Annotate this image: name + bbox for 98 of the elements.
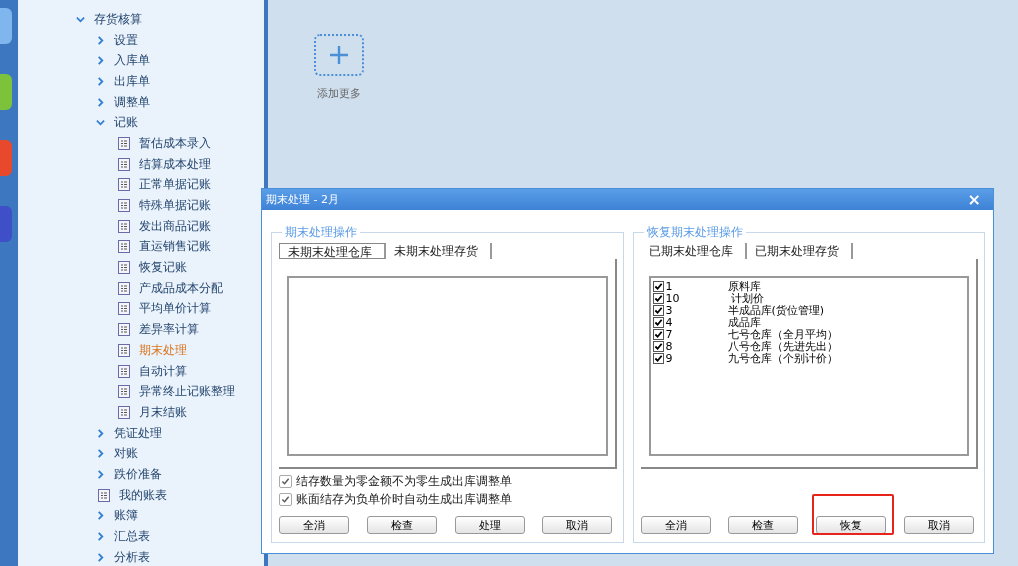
warehouse-name: 八号仓库（先进先出） [727,339,838,353]
tree-item[interactable]: 发出商品记账 [139,218,211,234]
tree-item[interactable]: 暂估成本录入 [139,135,211,151]
chevron-right-icon[interactable] [96,511,105,521]
warehouse-code: 9 [664,352,674,365]
dialog-button[interactable]: 恢复 [816,516,887,534]
tree-item[interactable]: 凭证处理 [114,425,162,441]
document-icon [118,240,130,254]
document-icon [118,343,130,357]
dialog-button[interactable]: 检查 [366,516,437,534]
checkbox[interactable] [652,353,664,364]
group-title: 期末处理操作 [282,224,360,240]
dialog-button[interactable]: 全消 [640,516,711,534]
tree-item[interactable]: 调整单 [114,94,150,110]
tree-item[interactable]: 设置 [114,32,138,48]
chevron-down-icon[interactable] [96,118,105,128]
tab[interactable]: 未期末处理存货 [386,242,492,259]
tree-item[interactable]: 直运销售记账 [139,239,211,255]
document-icon [118,302,130,316]
document-icon [118,364,130,378]
group-title: 恢复期末处理操作 [643,224,746,240]
dialog-button[interactable]: 全消 [279,516,349,534]
app-icon[interactable] [0,8,12,44]
chevron-right-icon[interactable] [96,76,105,86]
chevron-right-icon[interactable] [96,469,105,479]
document-icon [118,281,130,295]
checkbox[interactable] [652,281,664,292]
tree-item[interactable]: 产成品成本分配 [139,280,223,296]
warehouse-name: 计划价 [731,291,764,305]
add-more-label: 添加更多 [317,86,361,101]
warehouse-name: 半成品库(货位管理) [727,303,825,317]
option-label: 结存数量为零金额不为零生成出库调整单 [296,473,512,489]
tree-item[interactable]: 特殊单据记账 [139,198,211,214]
tab[interactable]: 已期末处理仓库 [640,242,747,259]
plus-icon [329,45,349,65]
tab[interactable]: 未期末处理仓库 [279,242,386,259]
document-icon [118,219,130,233]
document-icon [118,199,130,213]
tree-item[interactable]: 汇总表 [114,529,150,545]
tree-item[interactable]: 账簿 [114,508,138,524]
checkbox[interactable] [652,305,664,316]
tree-item[interactable]: 入库单 [114,53,150,69]
chevron-right-icon[interactable] [96,532,105,542]
document-icon [98,488,110,502]
tree-item[interactable]: 自动计算 [139,363,187,379]
warehouse-code: 7 [664,328,674,341]
chevron-right-icon[interactable] [96,552,105,562]
document-icon [118,323,130,337]
dialog-button[interactable]: 处理 [454,516,525,534]
warehouse-code: 10 [664,292,681,305]
warehouse-name: 七号仓库（全月平均） [727,328,838,341]
checkbox[interactable] [652,317,664,328]
chevron-right-icon[interactable] [96,35,105,45]
tree-item[interactable]: 记账 [114,115,138,131]
checkbox[interactable] [652,293,664,304]
document-icon [118,136,130,150]
tree-item[interactable]: 恢复记账 [139,260,187,276]
chevron-right-icon[interactable] [96,449,105,459]
chevron-right-icon[interactable] [96,56,105,66]
warehouse-name: 成品库 [727,315,761,329]
tree-item[interactable]: 平均单价计算 [139,301,211,317]
document-icon [118,157,130,171]
dialog-button[interactable]: 取消 [904,516,974,534]
tree-item[interactable]: 结算成本处理 [139,156,211,172]
chevron-right-icon[interactable] [96,428,105,438]
dialog-button[interactable]: 检查 [728,516,799,534]
warehouse-name: 九号仓库（个别计价） [727,351,838,366]
window-title: 期末处理 - 2月 [266,191,339,207]
checkbox[interactable] [652,341,664,352]
warehouse-code: 3 [664,304,674,317]
document-icon [118,261,130,275]
chevron-right-icon[interactable] [96,97,105,107]
warehouse-code: 4 [664,316,674,329]
tree-item[interactable]: 差异率计算 [139,322,199,338]
chevron-down-icon[interactable] [76,14,85,24]
tree-item[interactable]: 月末结账 [139,404,187,420]
option-label: 账面结存为负单价时自动生成出库调整单 [296,491,512,507]
app-icon[interactable] [0,74,12,110]
tree-item[interactable]: 对账 [114,446,138,462]
add-button[interactable] [314,34,364,76]
checkbox[interactable] [652,329,664,340]
tree-item[interactable]: 出库单 [114,73,150,89]
tree-item[interactable]: 正常单据记账 [139,177,211,193]
dialog-button[interactable]: 取消 [542,516,613,534]
document-icon [118,385,130,399]
document-icon [118,405,130,419]
tree-item[interactable]: 存货核算 [94,11,142,27]
tree-item[interactable]: 我的账表 [119,487,167,503]
tree-item[interactable]: 异常终止记账整理 [139,384,235,400]
warehouse-code: 8 [664,340,674,353]
checkbox[interactable] [279,474,292,488]
tree-item[interactable]: 分析表 [114,549,150,565]
document-icon [118,178,130,192]
warehouse-name: 原料库 [727,279,761,293]
tab[interactable]: 已期末处理存货 [746,242,853,259]
checkbox[interactable] [279,492,292,506]
tree-item[interactable]: 跌价准备 [114,466,162,482]
warehouse-code: 1 [664,280,674,293]
